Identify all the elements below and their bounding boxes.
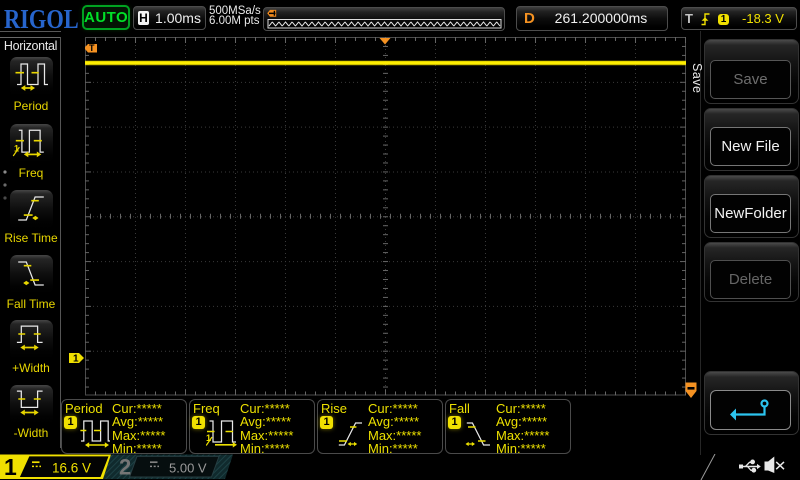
svg-text:T: T [89, 43, 95, 53]
svg-text:16.6 V: 16.6 V [52, 461, 91, 476]
svg-text:5.00 V: 5.00 V [169, 460, 207, 475]
svg-text:1: 1 [73, 354, 79, 365]
svg-text:1: 1 [4, 454, 17, 480]
svg-text:2: 2 [119, 455, 131, 480]
